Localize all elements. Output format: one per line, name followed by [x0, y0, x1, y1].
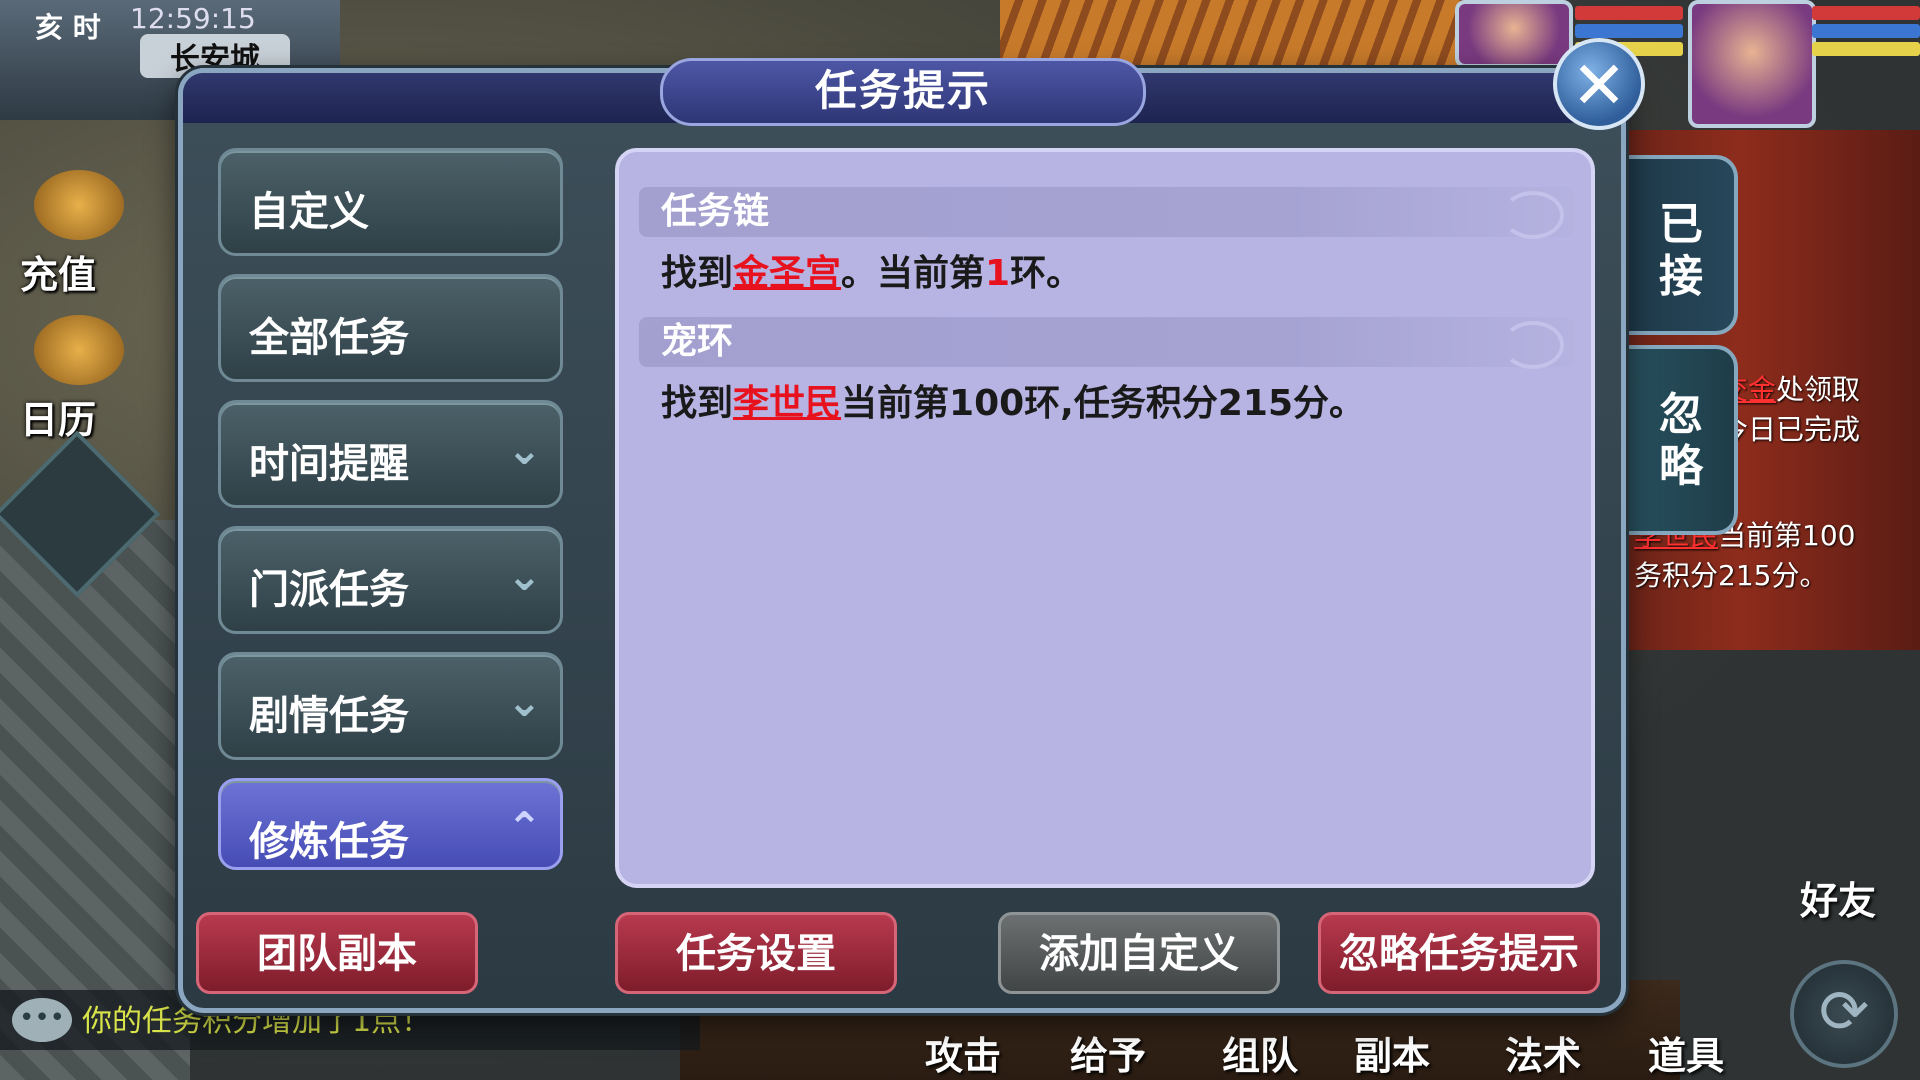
pet-portrait[interactable]	[1455, 0, 1573, 68]
task-text: 找到	[661, 253, 734, 294]
category-label: 修炼任务	[249, 819, 409, 865]
task-round-number: 1	[985, 253, 1011, 294]
menu-items[interactable]: 道具	[1648, 1025, 1724, 1080]
clock-text: 12:59:15	[130, 2, 256, 35]
calendar-button[interactable]: 日历	[20, 315, 124, 444]
tab-accepted-label: 已 接	[1659, 199, 1703, 302]
add-custom-button[interactable]: 添加自定义	[998, 912, 1280, 994]
menu-attack[interactable]: 攻击	[925, 1025, 1001, 1080]
task-text: 。当前第	[841, 253, 986, 294]
chat-bubble-icon[interactable]: •••	[12, 998, 72, 1042]
category-label: 自定义	[249, 189, 369, 235]
player-portrait[interactable]	[1688, 0, 1816, 128]
category-label: 全部任务	[249, 315, 409, 361]
tracker-line-4: 务积分215分。	[1634, 559, 1828, 592]
category-story-tasks[interactable]: 剧情任务 ⌄	[218, 652, 563, 760]
team-dungeon-button[interactable]: 团队副本	[196, 912, 478, 994]
tab-accepted[interactable]: 已 接	[1628, 155, 1738, 335]
menu-magic[interactable]: 法术	[1505, 1025, 1581, 1080]
task-name: 任务链	[661, 191, 770, 232]
task-text: 环。	[1010, 253, 1083, 294]
chevron-down-icon: ⌄	[506, 425, 542, 474]
treasure-icon	[34, 170, 124, 240]
cloud-ornament-icon	[1502, 191, 1564, 239]
player-status-bars	[1812, 6, 1920, 60]
tab-ignore-label: 忽 略	[1659, 389, 1703, 492]
chevron-down-icon: ⌄	[506, 677, 542, 726]
task-header-pet: 宠环	[639, 317, 1574, 369]
chevron-down-icon: ⌄	[506, 551, 542, 600]
task-content-panel: 任务链 找到金圣宫。当前第1环。 宠环 找到李世民当前第100环,任务积分215…	[615, 148, 1595, 888]
dialog-title: 任务提示	[660, 58, 1146, 126]
friends-button[interactable]: 好友	[1800, 870, 1876, 925]
refresh-icon[interactable]: ⟳	[1790, 960, 1898, 1068]
task-name: 宠环	[661, 321, 734, 362]
recharge-button[interactable]: 充值	[20, 170, 124, 299]
game-period: 亥 时	[35, 11, 101, 44]
category-time-reminder[interactable]: 时间提醒 ⌄	[218, 400, 563, 508]
task-text: 找到	[661, 383, 734, 424]
ignore-task-tips-button[interactable]: 忽略任务提示	[1318, 912, 1600, 994]
task-header-chain: 任务链	[639, 187, 1574, 239]
category-label: 时间提醒	[249, 441, 409, 487]
task-description: 找到李世民当前第100环,任务积分215分。	[661, 374, 1365, 426]
category-training-tasks[interactable]: 修炼任务 ⌃	[218, 778, 563, 870]
calendar-label: 日历	[20, 398, 97, 442]
category-label: 门派任务	[249, 567, 409, 613]
task-description: 找到金圣宫。当前第1环。	[661, 244, 1082, 296]
menu-dungeon[interactable]: 副本	[1354, 1025, 1430, 1080]
task-settings-button[interactable]: 任务设置	[615, 912, 897, 994]
chevron-up-icon: ⌃	[506, 803, 542, 852]
tab-ignore[interactable]: 忽 略	[1628, 345, 1738, 535]
close-icon[interactable]: ✕	[1553, 38, 1645, 130]
calendar-icon	[34, 315, 124, 385]
cloud-ornament-icon	[1502, 321, 1564, 369]
task-location-link[interactable]: 李世民	[733, 383, 841, 424]
recharge-label: 充值	[20, 253, 97, 297]
category-sect-tasks[interactable]: 门派任务 ⌄	[218, 526, 563, 634]
task-text: 当前第100环,任务积分215分。	[841, 383, 1366, 424]
category-all-tasks[interactable]: 全部任务	[218, 274, 563, 382]
category-custom[interactable]: 自定义	[218, 148, 563, 256]
task-location-link[interactable]: 金圣宫	[733, 253, 841, 294]
category-label: 剧情任务	[249, 693, 409, 739]
menu-give[interactable]: 给予	[1070, 1025, 1146, 1080]
menu-team[interactable]: 组队	[1222, 1025, 1298, 1080]
